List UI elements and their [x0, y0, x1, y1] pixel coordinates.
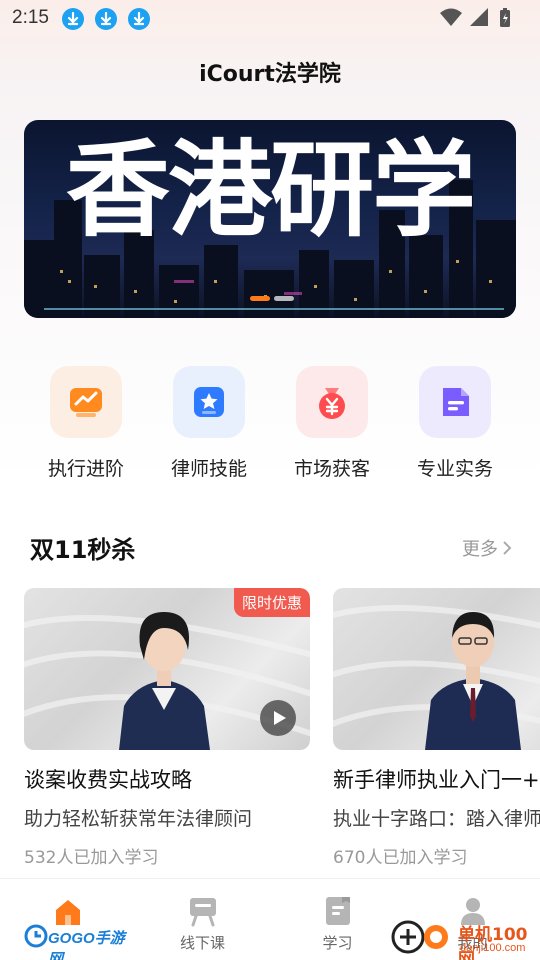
promo-banner[interactable]: 香港研学 — [24, 120, 516, 318]
course-enrollment-count: 670人已加入学习 — [333, 848, 468, 868]
page-title: iCourt法学院 — [199, 62, 341, 87]
carousel-dot-active — [250, 296, 270, 301]
signal-icon — [470, 8, 488, 26]
download-notification-icon — [95, 8, 117, 30]
battery-icon — [500, 8, 510, 27]
danji-logo-icon — [391, 920, 448, 954]
nav-label: 线下课 — [179, 934, 225, 952]
play-button[interactable] — [260, 700, 296, 736]
category-tile — [173, 366, 245, 438]
section-title: 双11秒杀 — [30, 536, 136, 564]
course-subtitle: 助力轻松斩获常年法律顾问 — [24, 808, 253, 830]
trend-chart-icon — [70, 388, 102, 417]
play-icon — [274, 711, 286, 725]
study-icon — [326, 897, 350, 925]
status-icons — [438, 6, 528, 30]
download-notification-icon — [128, 8, 150, 30]
course-thumbnail: 限时优惠 — [24, 588, 310, 750]
course-title: 新手律师执业入门一+ — [333, 768, 540, 792]
category-tile — [296, 366, 368, 438]
nav-offline-course[interactable]: 线下课 — [135, 879, 270, 960]
download-notification-icon — [62, 8, 84, 30]
category-label: 执行进阶 — [47, 458, 124, 480]
course-enrollment-count: 532人已加入学习 — [24, 848, 159, 868]
nav-study[interactable]: 学习 — [270, 879, 405, 960]
watermark-text: 单机100网 — [458, 925, 528, 960]
home-icon — [56, 900, 80, 925]
instructor-photo — [333, 605, 540, 750]
watermark-gogo: GOGO手游网 — [24, 924, 134, 960]
category-tile — [419, 366, 491, 438]
money-bag-icon — [319, 388, 345, 419]
promo-badge: 限时优惠 — [233, 588, 310, 617]
course-subtitle: 执业十字路口：踏入律师 — [333, 808, 540, 830]
course-card[interactable]: 新手律师执业入门一+ 执业十字路口：踏入律师 670人已加入学习 — [333, 588, 540, 868]
more-link[interactable]: 更多 — [462, 535, 512, 561]
category-item[interactable]: 律师技能 — [148, 366, 270, 481]
category-tile — [50, 366, 122, 438]
course-title: 谈案收费实战攻略 — [24, 768, 192, 792]
nav-label: 学习 — [322, 934, 353, 952]
carousel-dot — [274, 296, 294, 301]
banner-headline: 香港研学 — [65, 129, 476, 251]
watermark-subtext: danji100.com — [460, 942, 526, 954]
status-bar: 2:15 — [0, 0, 540, 36]
offline-course-icon — [190, 898, 216, 927]
star-badge-icon — [194, 387, 224, 417]
category-label: 专业实务 — [416, 458, 493, 480]
document-icon — [443, 388, 469, 416]
category-label: 律师技能 — [170, 458, 247, 480]
wifi-icon — [440, 8, 462, 26]
course-thumbnail — [333, 588, 540, 750]
course-card[interactable]: 限时优惠 谈案收费实战攻略 助力轻松斩获常年法律顾问 532人已加入学习 — [24, 588, 310, 868]
status-time: 2:15 — [12, 7, 49, 28]
category-item[interactable]: 执行进阶 — [25, 366, 147, 481]
watermark-danji: 单机100网 danji100.com — [390, 915, 540, 960]
category-item[interactable]: 专业实务 — [394, 366, 516, 481]
category-item[interactable]: 市场获客 — [271, 366, 393, 481]
chevron-right-icon — [502, 539, 512, 560]
gogo-logo-icon — [24, 924, 48, 948]
watermark-text: GOGO手游网 — [48, 930, 125, 960]
more-label: 更多 — [462, 539, 498, 560]
category-label: 市场获客 — [293, 458, 370, 480]
